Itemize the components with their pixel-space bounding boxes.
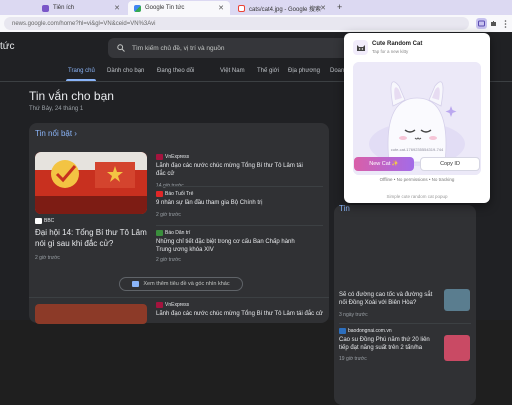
- popup-subtitle: Tap for a new kitty: [372, 49, 409, 54]
- story-thumbnail[interactable]: [35, 304, 147, 324]
- top-stories-heading[interactable]: Tin nổi bật ›: [35, 129, 77, 138]
- story-time: 19 giờ trước: [339, 356, 367, 362]
- main-story-headline[interactable]: Đại hội 14: Tổng Bí thư Tô Lâm nói gì sa…: [35, 227, 147, 249]
- tab-world[interactable]: Thế giới: [257, 68, 279, 74]
- toolbar: news.google.com/home?hl=vi&gl=VN&ceid=VN…: [0, 15, 512, 32]
- tab-home[interactable]: Trang chủ: [68, 68, 95, 74]
- story-headline[interactable]: Những chỉ tiết đặc biệt trong cơ cấu Ban…: [156, 238, 306, 254]
- story-thumbnail[interactable]: [444, 289, 470, 311]
- tab-label: cats/cat4.jpg - Google 搜索: [249, 6, 322, 13]
- tab-local[interactable]: Địa phương: [288, 68, 320, 74]
- google-news-icon: [134, 4, 141, 12]
- divider: [156, 225, 323, 226]
- story-headline[interactable]: Cao su Đồng Phú năm thứ 20 liên tiếp đạt…: [339, 336, 439, 352]
- vnexpress-logo-icon: [156, 302, 163, 308]
- list-item[interactable]: Báo Dân trí Những chỉ tiết đặc biệt tron…: [156, 230, 306, 263]
- url-text: news.google.com/home?hl=vi&gl=VN&ceid=VN…: [12, 20, 156, 27]
- full-coverage-button[interactable]: Xem thêm tiêu đề và góc nhìn khác: [119, 277, 243, 291]
- tab-extensions[interactable]: Tiên ích ✕: [36, 1, 126, 15]
- search-input[interactable]: Tìm kiếm chủ đề, vị trí và nguồn: [132, 45, 224, 52]
- story-headline[interactable]: Lãnh đạo các nước chúc mừng Tổng Bí thư …: [156, 162, 306, 178]
- search-icon[interactable]: [117, 44, 125, 52]
- puzzle-icon: [42, 4, 49, 12]
- coverage-icon: [132, 281, 140, 287]
- story-headline[interactable]: 9 nhân sự lần đầu tham gia Bộ Chính trị: [156, 199, 306, 207]
- bbc-logo-icon: [35, 218, 42, 224]
- tab-following[interactable]: Đang theo dõi: [157, 68, 194, 74]
- story-headline[interactable]: Sẽ có đường cao tốc và đường sắt nối Đồn…: [339, 291, 439, 307]
- list-item[interactable]: VnExpress Lãnh đạo các nước chúc mừng Tổ…: [156, 302, 326, 318]
- google-icon: [238, 4, 245, 12]
- story-thumbnail[interactable]: [444, 335, 470, 361]
- tab-google-news[interactable]: Google Tin tức ✕: [128, 1, 230, 15]
- story-source: BBC: [35, 218, 147, 224]
- search-bar[interactable]: Tìm kiếm chủ đề, vị trí và nguồn: [108, 38, 358, 58]
- extension-popup: Cute Random Cat Tap for a new kitty cute…: [344, 33, 490, 203]
- tab-label: Google Tin tức: [145, 5, 185, 11]
- extensions-puzzle-icon[interactable]: [488, 18, 499, 29]
- source-name: VnExpress: [165, 154, 190, 160]
- tab-vietnam[interactable]: Việt Nam: [220, 68, 245, 74]
- address-bar[interactable]: news.google.com/home?hl=vi&gl=VN&ceid=VN…: [4, 17, 469, 30]
- feed-date: Thứ Bảy, 24 tháng 1: [29, 106, 84, 112]
- main-story[interactable]: BBC Đại hội 14: Tổng Bí thư Tô Lâm nói g…: [35, 218, 147, 261]
- source-name: baodongnai.com.vn: [348, 328, 392, 334]
- main-story-image[interactable]: [35, 152, 147, 214]
- close-icon[interactable]: ✕: [320, 4, 326, 12]
- vnexpress-logo-icon: [156, 154, 163, 160]
- tab-label: Tiên ích: [53, 5, 75, 11]
- divider: [29, 297, 329, 298]
- popup-footer: Simple cute random cat popup: [386, 194, 448, 199]
- cat-id-label: cute-cat-1769235554319-744: [390, 147, 444, 152]
- main-story-time: 2 giờ trước: [35, 255, 60, 261]
- source-name: BBC: [44, 218, 55, 224]
- tuoitre-logo-icon: [156, 191, 163, 197]
- chevron-right-icon: ›: [74, 129, 77, 138]
- list-item[interactable]: Sẽ có đường cao tốc và đường sắt nối Đồn…: [339, 291, 439, 318]
- coverage-label: Xem thêm tiêu đề và góc nhìn khác: [143, 281, 230, 287]
- cat-logo-icon: [353, 40, 368, 55]
- dantri-logo-icon: [156, 230, 163, 236]
- feed-title: Tin vắn cho bạn: [29, 89, 114, 103]
- extension-action-icon[interactable]: [476, 18, 487, 29]
- source-name: Báo Tuổi Trẻ: [165, 191, 194, 197]
- source-name: VnExpress: [165, 302, 190, 308]
- story-headline[interactable]: Lãnh đạo các nước chúc mừng Tổng Bí thư …: [156, 310, 326, 318]
- copy-id-button[interactable]: Copy ID: [420, 157, 480, 171]
- story-time: 2 giờ trước: [156, 257, 181, 263]
- privacy-status: Offline • No permissions • No tracking: [379, 177, 455, 182]
- close-icon[interactable]: ✕: [218, 4, 224, 12]
- tab-strip: Tiên ích ✕ Google Tin tức ✕ cats/cat4.jp…: [0, 0, 512, 15]
- menu-icon[interactable]: [500, 18, 511, 29]
- divider: [156, 186, 323, 187]
- list-item[interactable]: VnExpress Lãnh đạo các nước chúc mừng Tổ…: [156, 154, 306, 189]
- new-cat-button[interactable]: New Cat ✨: [354, 157, 414, 171]
- site-brand[interactable]: tức: [0, 41, 14, 52]
- popup-title: Cute Random Cat: [372, 41, 423, 47]
- new-tab-button[interactable]: +: [337, 2, 342, 12]
- story-time: 3 ngày trước: [339, 312, 368, 318]
- local-news-heading[interactable]: Tin: [339, 204, 350, 213]
- top-stories-title: Tin nổi bật: [35, 129, 73, 138]
- tab-google-search[interactable]: cats/cat4.jpg - Google 搜索 ✕: [232, 1, 332, 15]
- list-item[interactable]: baodongnai.com.vn Cao su Đồng Phú năm th…: [339, 328, 439, 362]
- baodongnai-logo-icon: [339, 328, 346, 334]
- top-stories-card: Tin nổi bật › BBC Đại hội 14: Tổng Bí th…: [29, 123, 329, 324]
- tab-for-you[interactable]: Dành cho bạn: [107, 68, 144, 74]
- story-time: 2 giờ trước: [156, 212, 181, 218]
- close-icon[interactable]: ✕: [114, 4, 120, 12]
- active-tab-indicator: [66, 79, 96, 81]
- local-news-card: Tin Sẽ có đường cao tốc và đường sắt nối…: [334, 204, 476, 405]
- divider: [339, 323, 471, 324]
- list-item[interactable]: Báo Tuổi Trẻ 9 nhân sự lần đầu tham gia …: [156, 191, 306, 218]
- source-name: Báo Dân trí: [165, 230, 191, 236]
